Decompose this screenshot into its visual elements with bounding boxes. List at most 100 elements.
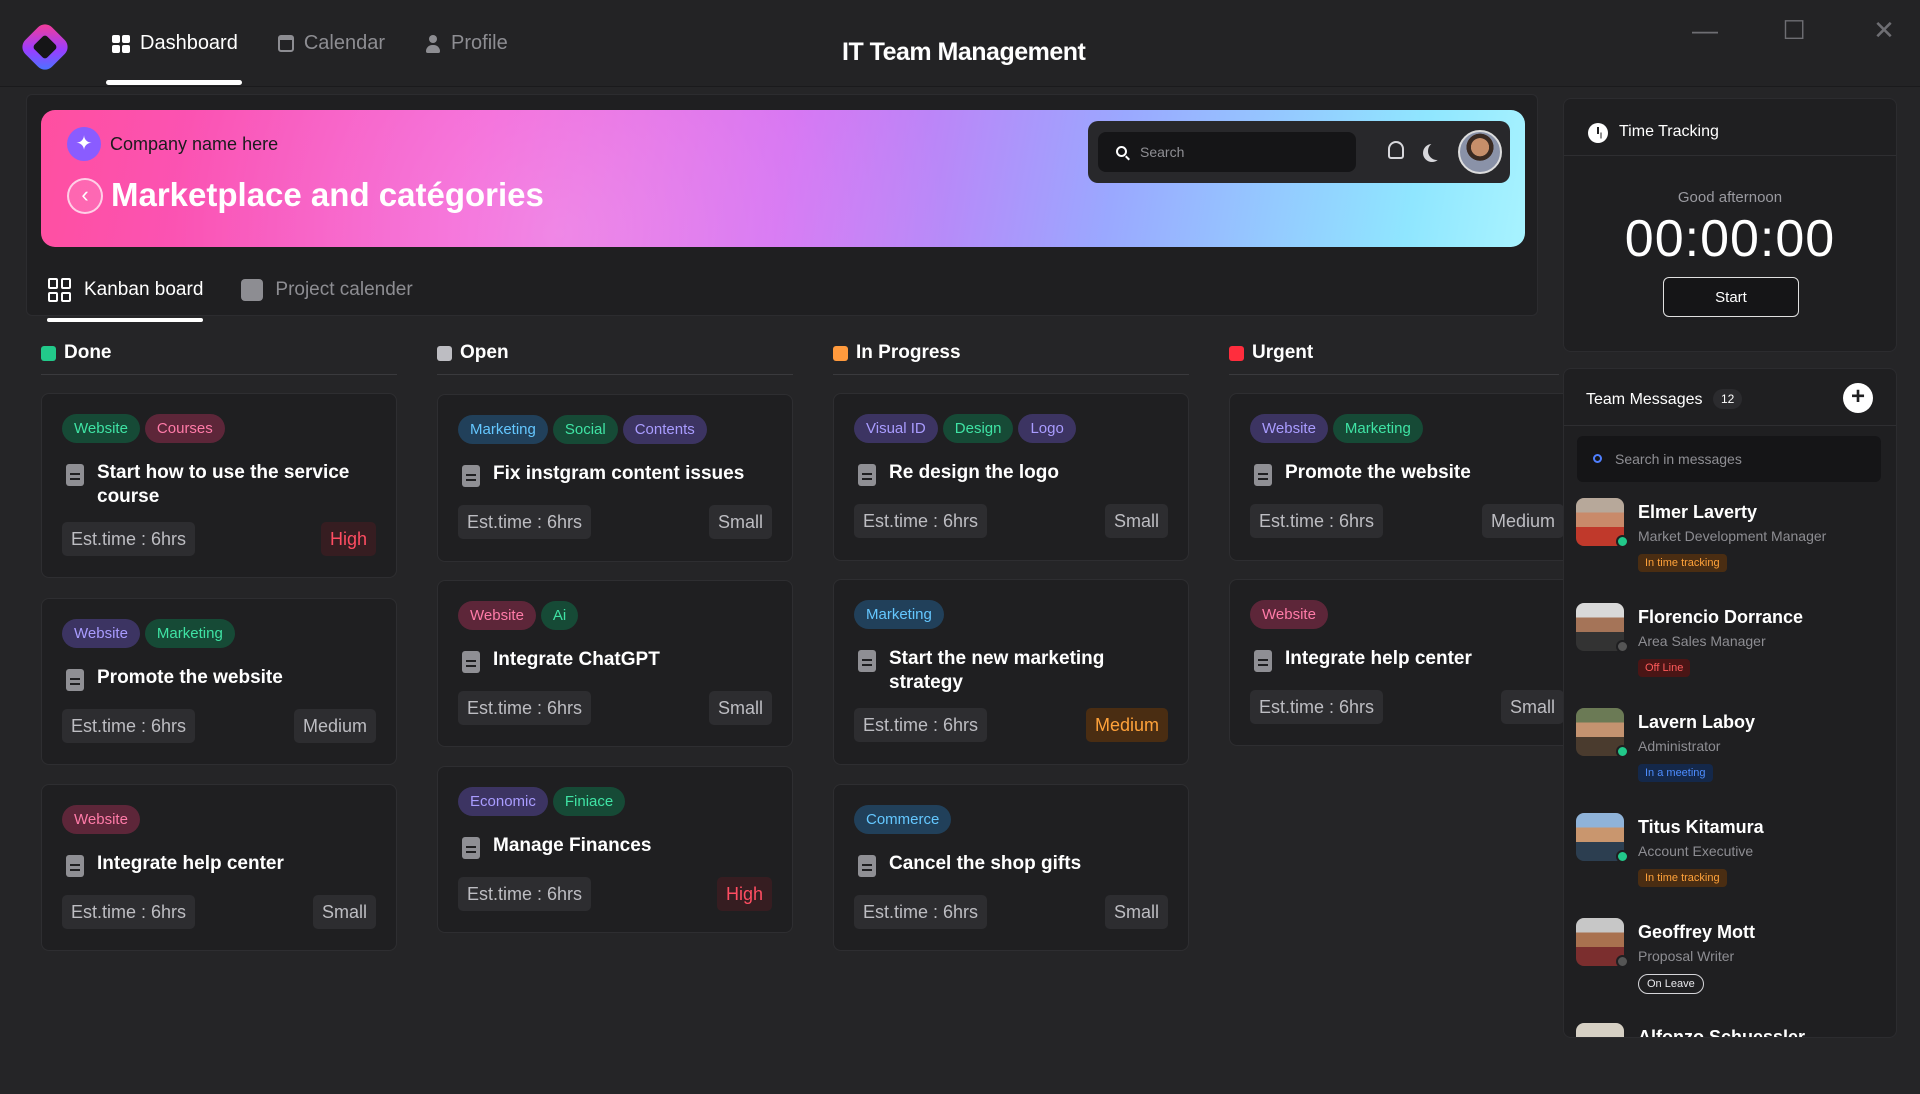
tag[interactable]: Courses bbox=[144, 414, 225, 443]
team-member[interactable]: Lavern Laboy Administrator In a meeting bbox=[1576, 708, 1886, 798]
task-title: Manage Finances bbox=[493, 835, 652, 856]
close-button[interactable]: ✕ bbox=[1872, 17, 1896, 43]
document-icon bbox=[462, 651, 480, 673]
member-name: Titus Kitamura bbox=[1638, 817, 1764, 837]
search-placeholder: Search in messages bbox=[1615, 451, 1742, 467]
maximize-button[interactable]: ☐ bbox=[1782, 17, 1806, 43]
task-title: Integrate help center bbox=[97, 853, 284, 874]
panel-title: Time Tracking bbox=[1619, 123, 1719, 140]
main-nav: Dashboard Calendar Profile bbox=[106, 0, 508, 87]
team-member[interactable]: Geoffrey Mott Proposal Writer On Leave bbox=[1576, 918, 1886, 1008]
task-title: Fix instgram content issues bbox=[493, 463, 745, 484]
tag[interactable]: Social bbox=[552, 415, 618, 444]
member-role: Administrator bbox=[1638, 738, 1721, 754]
tag[interactable]: Economic bbox=[458, 787, 548, 816]
member-name: Alfonzo Schuessler bbox=[1638, 1027, 1806, 1038]
status-dot bbox=[1229, 345, 1244, 361]
task-card[interactable]: Marketing Start the new marketing strate… bbox=[833, 579, 1189, 765]
tag[interactable]: Marketing bbox=[144, 619, 235, 648]
tab-dashboard[interactable]: Dashboard bbox=[106, 0, 242, 87]
app-title: IT Team Management bbox=[842, 38, 1086, 66]
column-open: Open bbox=[437, 342, 793, 375]
offline-status-dot bbox=[1616, 955, 1629, 968]
tab-label: Profile bbox=[451, 32, 508, 54]
profile-icon bbox=[425, 34, 441, 53]
tab-project-calender[interactable]: Project calender bbox=[241, 268, 413, 312]
member-name: Lavern Laboy bbox=[1638, 712, 1756, 732]
tag[interactable]: Website bbox=[62, 414, 140, 443]
status-badge: In time tracking bbox=[1638, 869, 1727, 887]
priority-badge: High bbox=[320, 522, 376, 556]
task-title: Cancel the shop gifts bbox=[889, 853, 1082, 874]
task-card[interactable]: Website Courses Start how to use the serv… bbox=[41, 393, 397, 578]
tab-label: Calendar bbox=[303, 32, 386, 54]
document-icon bbox=[66, 855, 84, 877]
tag[interactable]: Finiace bbox=[552, 787, 626, 816]
task-card[interactable]: Website Integrate help center Est.time :… bbox=[1229, 579, 1585, 746]
tag[interactable]: Website bbox=[1250, 414, 1328, 443]
column-title: In Progress bbox=[856, 342, 961, 363]
tag[interactable]: Contents bbox=[622, 415, 707, 444]
document-icon bbox=[858, 855, 876, 877]
task-card[interactable]: Commerce Cancel the shop gifts Est.time … bbox=[833, 784, 1189, 951]
estimated-time: Est.time : 6hrs bbox=[62, 709, 196, 743]
member-role: Area Sales Manager bbox=[1638, 633, 1766, 649]
tag[interactable]: Marketing bbox=[1332, 414, 1423, 443]
kanban-icon bbox=[48, 278, 72, 302]
tag[interactable]: Commerce bbox=[854, 805, 952, 834]
tag[interactable]: Design bbox=[942, 414, 1014, 443]
task-card[interactable]: Website Ai Integrate ChatGPT Est.time : 6… bbox=[437, 580, 793, 747]
team-member[interactable]: Titus Kitamura Account Executive In time… bbox=[1576, 813, 1886, 903]
team-member[interactable]: Alfonzo Schuessler bbox=[1576, 1023, 1886, 1038]
tag[interactable]: Marketing bbox=[854, 600, 944, 629]
tab-profile[interactable]: Profile bbox=[425, 0, 508, 87]
priority-badge: Small bbox=[708, 691, 772, 725]
moon-icon[interactable] bbox=[1428, 142, 1446, 160]
start-button[interactable]: Start bbox=[1663, 277, 1799, 317]
priority-badge: Small bbox=[1104, 504, 1168, 538]
company-name: Company name here bbox=[110, 134, 279, 154]
add-message-button[interactable]: + bbox=[1843, 383, 1873, 413]
task-card[interactable]: Website Marketing Promote the website Est… bbox=[41, 598, 397, 765]
estimated-time: Est.time : 6hrs bbox=[854, 708, 988, 742]
tab-calendar[interactable]: Calendar bbox=[277, 0, 386, 87]
board-tabs: Kanban board Project calender bbox=[46, 268, 413, 322]
back-button[interactable]: ‹ bbox=[67, 178, 103, 214]
avatar[interactable] bbox=[1458, 130, 1502, 174]
task-card[interactable]: Economic Finiace Manage Finances Est.time… bbox=[437, 766, 793, 933]
search-input[interactable]: Search bbox=[1098, 132, 1356, 172]
task-card[interactable]: Marketing Social Contents Fix instgram con… bbox=[437, 394, 793, 562]
tag[interactable]: Visual ID bbox=[854, 414, 938, 443]
task-card[interactable]: Website Integrate help center Est.time :… bbox=[41, 784, 397, 951]
tag[interactable]: Website bbox=[62, 619, 140, 648]
estimated-time: Est.time : 6hrs bbox=[458, 505, 592, 539]
priority-badge: Medium bbox=[293, 709, 376, 743]
team-member[interactable]: Elmer Laverty Market Development Manager… bbox=[1576, 498, 1886, 588]
status-badge: In a meeting bbox=[1638, 764, 1713, 782]
tag[interactable]: Logo bbox=[1018, 414, 1076, 443]
task-card[interactable]: Visual ID Design Logo Re design the logo E… bbox=[833, 393, 1189, 561]
member-name: Geoffrey Mott bbox=[1638, 922, 1755, 942]
status-dot bbox=[833, 345, 848, 361]
tag[interactable]: Website bbox=[458, 601, 536, 630]
tag[interactable]: Marketing bbox=[458, 415, 548, 444]
priority-badge: High bbox=[716, 877, 772, 911]
tag[interactable]: Website bbox=[62, 805, 140, 834]
time-tracking-panel: Time Tracking Good afternoon 00:00:00 St… bbox=[1563, 98, 1897, 352]
bell-icon[interactable] bbox=[1388, 141, 1404, 159]
message-search-input[interactable]: Search in messages bbox=[1577, 436, 1881, 482]
tag[interactable]: Website bbox=[1250, 600, 1328, 629]
minimize-button[interactable]: — bbox=[1692, 17, 1718, 43]
estimated-time: Est.time : 6hrs bbox=[1250, 504, 1384, 538]
tab-kanban-board[interactable]: Kanban board bbox=[46, 268, 204, 322]
sparkle-icon: ✦ bbox=[67, 127, 101, 161]
estimated-time: Est.time : 6hrs bbox=[854, 504, 988, 538]
greeting: Good afternoon bbox=[1677, 189, 1783, 206]
tab-label: Project calender bbox=[275, 279, 413, 300]
message-count-badge: 12 bbox=[1713, 389, 1743, 409]
team-member[interactable]: Florencio Dorrance Area Sales Manager Of… bbox=[1576, 603, 1886, 693]
task-card[interactable]: Website Marketing Promote the website Est… bbox=[1229, 393, 1585, 561]
app-logo[interactable] bbox=[18, 20, 72, 74]
tag[interactable]: Ai bbox=[540, 601, 579, 630]
task-title: Integrate ChatGPT bbox=[493, 649, 660, 670]
